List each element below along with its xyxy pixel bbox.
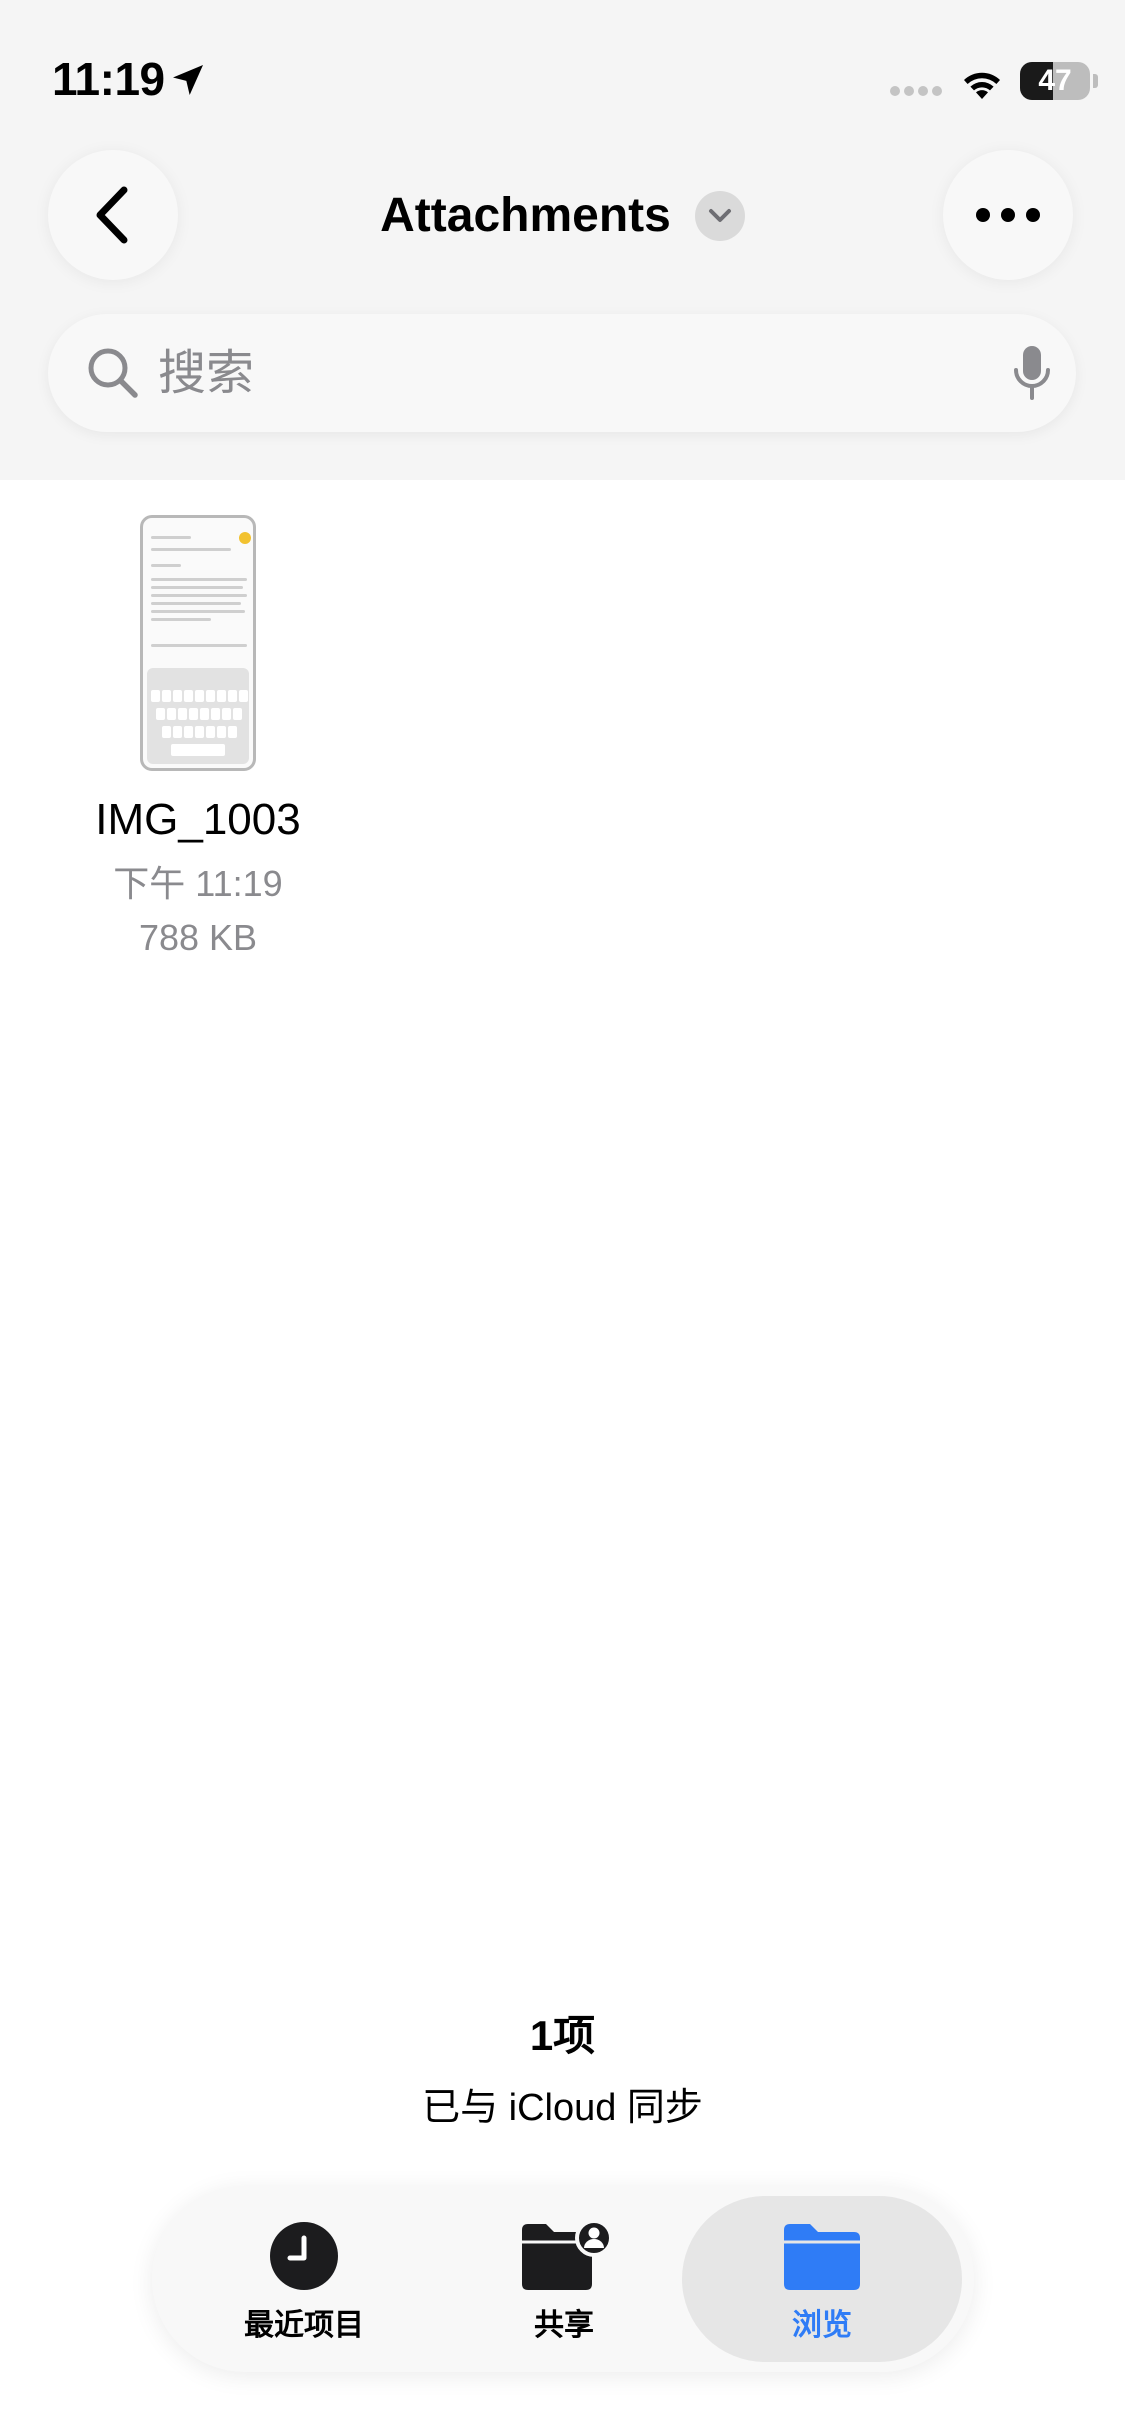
folder-icon: [784, 2224, 860, 2290]
microphone-icon[interactable]: [1012, 344, 1052, 404]
page-title: Attachments: [380, 189, 671, 242]
file-item[interactable]: IMG_1003 下午 11:19 788 KB: [60, 515, 336, 959]
more-options-button[interactable]: [943, 150, 1073, 280]
tab-label: 共享: [534, 2309, 594, 2342]
tab-label: 浏览: [792, 2309, 852, 2342]
battery-cap: [1093, 74, 1098, 88]
location-arrow-icon: [173, 65, 203, 95]
ellipsis-icon: [976, 208, 1040, 222]
search-icon: [88, 348, 138, 398]
file-size: 788 KB: [138, 917, 258, 958]
tab-recents[interactable]: 最近项目: [164, 2196, 444, 2362]
item-count: 1项: [529, 2012, 596, 2059]
status-bar: 11:19 47: [0, 0, 1125, 150]
battery-icon: 47: [1020, 62, 1090, 100]
navigation-header: Attachments: [0, 150, 1125, 480]
file-name: IMG_1003: [95, 795, 301, 844]
status-time: 11:19: [52, 53, 165, 105]
search-bar[interactable]: [48, 314, 1076, 432]
file-date: 下午 11:19: [113, 863, 283, 904]
search-input[interactable]: [158, 314, 998, 432]
tab-bar: 最近项目 共享 浏览: [152, 2186, 974, 2372]
battery-level: 47: [1038, 64, 1072, 97]
wifi-icon: [964, 72, 1000, 99]
file-thumbnail[interactable]: [140, 515, 256, 771]
tab-shared[interactable]: 共享: [424, 2196, 704, 2362]
tab-label: 最近项目: [244, 2309, 364, 2342]
shared-folder-icon: [522, 2220, 612, 2290]
chevron-down-icon: [708, 208, 731, 222]
clock-icon: [270, 2222, 338, 2290]
tab-browse[interactable]: 浏览: [682, 2196, 962, 2362]
cellular-signal-icon: [890, 86, 944, 98]
sync-status: 已与 iCloud 同步: [422, 2087, 703, 2129]
title-dropdown-button[interactable]: [694, 190, 745, 241]
